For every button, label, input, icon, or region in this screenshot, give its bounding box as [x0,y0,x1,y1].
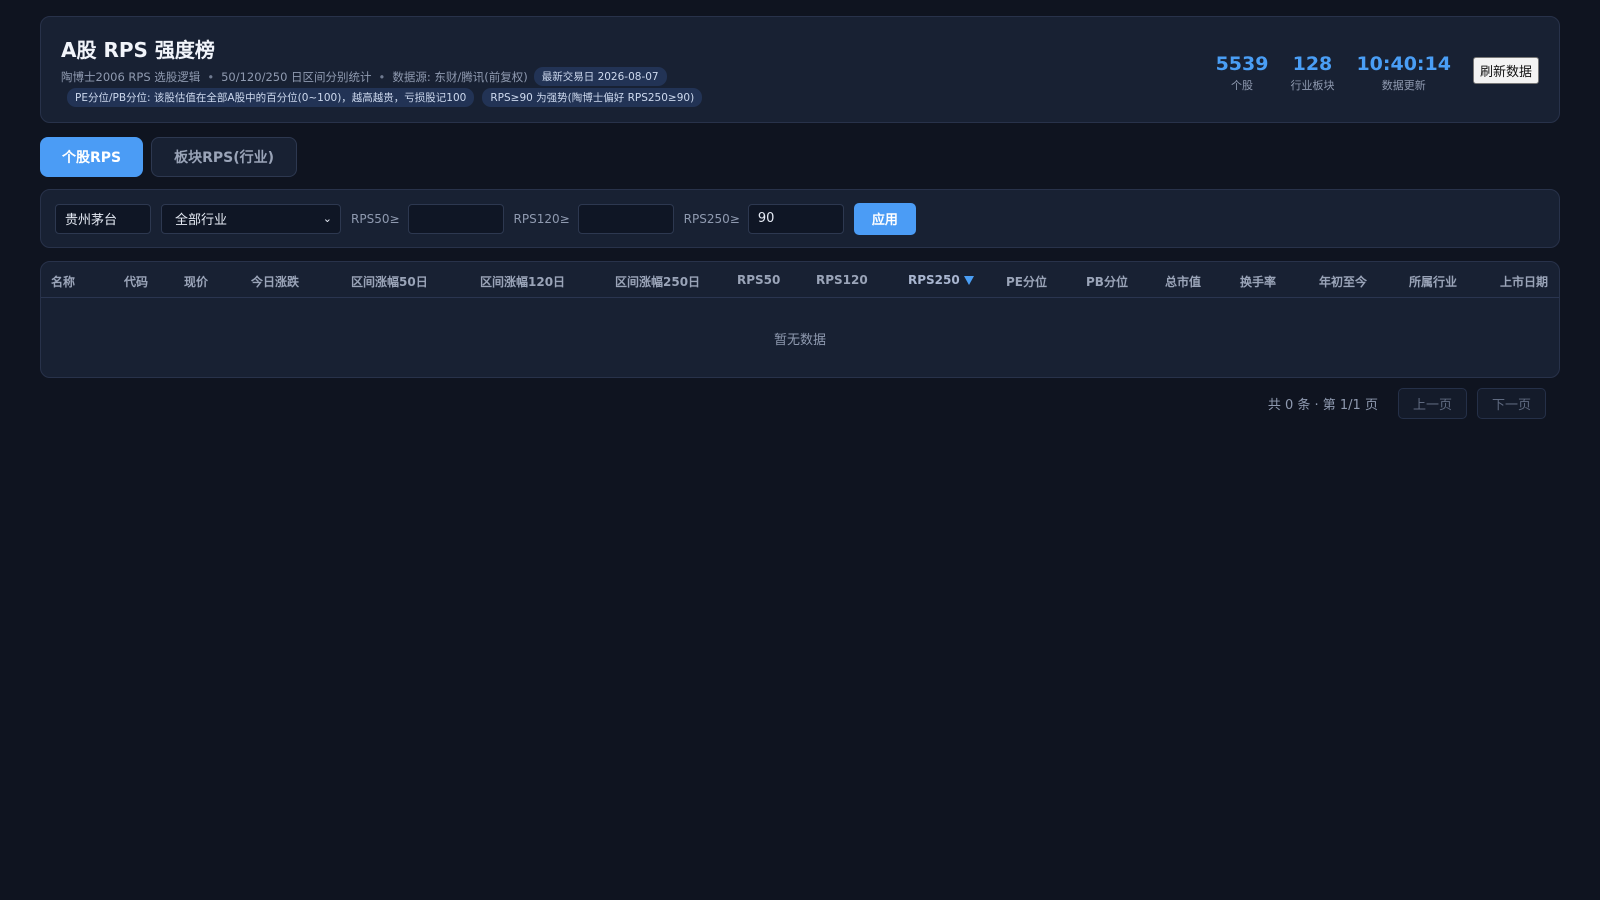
meta-separator: • [207,69,215,84]
column-header-rps50[interactable]: RPS50 [737,273,780,287]
column-header-rps250-label: RPS250 [908,273,960,287]
column-header-name[interactable]: 名称 [51,273,75,290]
chevron-down-icon: ⌄ [322,212,332,225]
column-header-ytd[interactable]: 年初至今 [1319,273,1367,290]
stat-label: 数据更新 [1381,79,1426,92]
column-header-gain-50d[interactable]: 区间涨幅50日 [351,273,428,290]
rps120-input[interactable] [577,203,674,234]
page-title: A股 RPS 强度榜 [61,38,215,62]
column-header-gain-250d[interactable]: 区间涨幅250日 [615,273,700,290]
industry-select-value: 全部行业 [175,213,228,228]
stat-label: 个股 [1231,79,1253,92]
trade-date-badge: 最新交易日 2026-08-07 [533,67,667,86]
empty-state-text: 暂无数据 [773,333,826,348]
stats-panel: 5539 个股 128 行业板块 10:40:14 数据更新 刷新数据 [1194,53,1539,93]
rps50-input[interactable] [407,203,504,234]
header-card: A股 RPS 强度榜 陶博士2006 RPS 选股逻辑 • 50/120/250… [40,16,1560,123]
meta-separator: • [378,69,386,84]
notes-line: PE分位/PB分位: 该股估值在全部A股中的百分位(0~100)，越高越贵，亏损… [61,88,704,107]
column-header-rps250[interactable]: RPS250 [908,273,974,287]
prev-page-button[interactable]: 上一页 [1397,388,1467,419]
column-header-change-today[interactable]: 今日涨跌 [251,273,299,290]
column-header-market-cap[interactable]: 总市值 [1165,273,1201,290]
column-header-turnover[interactable]: 换手率 [1240,273,1276,290]
stock-table: 名称 代码 现价 今日涨跌 区间涨幅50日 区间涨幅120日 区间涨幅250日 … [40,261,1560,378]
filter-bar: 全部行业 ⌄ RPS50≥ RPS120≥ RPS250≥ 应用 [40,189,1560,248]
stat-updated: 10:40:14 数据更新 [1356,53,1451,93]
column-header-rps120[interactable]: RPS120 [816,273,868,287]
column-header-pe-percentile[interactable]: PE分位 [1006,273,1047,290]
stat-value: 128 [1292,53,1333,75]
valuation-note-badge: PE分位/PB分位: 该股估值在全部A股中的百分位(0~100)，越高越贵，亏损… [67,88,475,107]
meta-line: 陶博士2006 RPS 选股逻辑 • 50/120/250 日区间分别统计 • … [61,67,667,86]
column-header-industry[interactable]: 所属行业 [1409,273,1457,290]
column-header-code[interactable]: 代码 [124,273,148,290]
rps50-label: RPS50≥ [351,211,400,226]
rps120-label: RPS120≥ [513,211,570,226]
meta-periods: 50/120/250 日区间分别统计 [221,69,372,84]
tab-stock-rps[interactable]: 个股RPS [40,137,144,177]
pagination-info: 共 0 条 · 第 1/1 页 [1267,398,1378,413]
pagination: 共 0 条 · 第 1/1 页 上一页 下一页 [1268,388,1546,419]
tab-industry-rps[interactable]: 板块RPS(行业) [151,137,298,177]
refresh-button[interactable]: 刷新数据 [1472,57,1539,84]
stat-industries: 128 行业板块 [1290,53,1334,93]
meta-strategy: 陶博士2006 RPS 选股逻辑 [61,69,201,84]
stat-value: 10:40:14 [1356,53,1451,75]
industry-select[interactable]: 全部行业 ⌄ [161,203,341,234]
stat-value: 5539 [1215,53,1269,75]
tab-bar: 个股RPS 板块RPS(行业) [40,137,305,177]
keyword-input[interactable] [55,203,151,234]
meta-source: 数据源: 东财/腾讯(前复权) [392,69,528,84]
stat-stocks: 5539 个股 [1216,53,1269,93]
column-header-gain-120d[interactable]: 区间涨幅120日 [480,273,565,290]
table-header: 名称 代码 现价 今日涨跌 区间涨幅50日 区间涨幅120日 区间涨幅250日 … [41,262,1559,298]
apply-button[interactable]: 应用 [853,202,916,235]
rps250-input[interactable] [747,203,844,234]
column-header-pb-percentile[interactable]: PB分位 [1086,273,1128,290]
column-header-price[interactable]: 现价 [184,273,208,290]
stat-label: 行业板块 [1290,79,1335,92]
column-header-listing-date[interactable]: 上市日期 [1500,273,1548,290]
sort-desc-icon [963,276,974,285]
next-page-button[interactable]: 下一页 [1476,388,1546,419]
rps250-label: RPS250≥ [683,211,740,226]
rps-note-badge: RPS≥90 为强势(陶博士偏好 RPS250≥90) [482,88,703,107]
